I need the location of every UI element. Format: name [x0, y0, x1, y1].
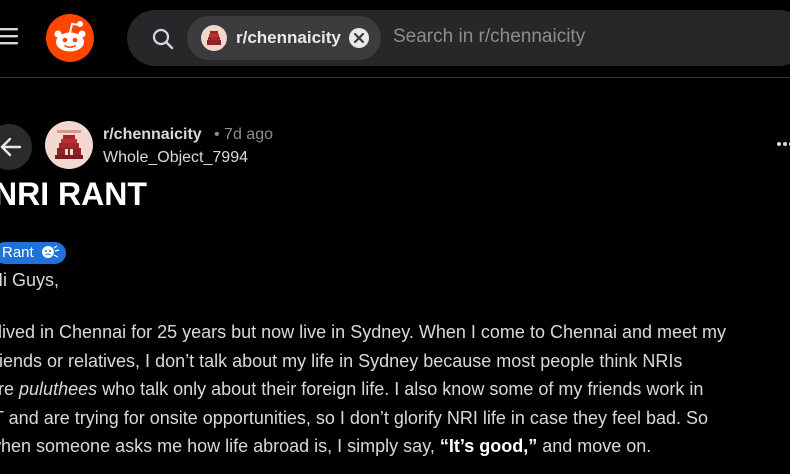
more-options-icon[interactable]: [776, 140, 790, 148]
back-button[interactable]: [0, 124, 32, 170]
reddit-logo-icon[interactable]: [46, 14, 94, 62]
post-body-text: when someone asks me how life abroad is,…: [0, 436, 440, 456]
arrow-left-icon: [0, 137, 22, 157]
post-body-line: when someone asks me how life abroad is,…: [0, 432, 790, 461]
subreddit-search-chip[interactable]: r/chennaicity: [187, 16, 381, 60]
flair-emoji-icon: [41, 245, 60, 258]
subreddit-avatar[interactable]: [45, 121, 93, 169]
post-age: • 7d ago: [214, 126, 273, 143]
post-flair[interactable]: Rant: [0, 242, 66, 264]
hamburger-menu-icon[interactable]: [0, 26, 20, 46]
flair-label: Rant: [2, 244, 34, 261]
post-greeting: Hi Guys,: [0, 270, 60, 290]
post-body-text: and move on.: [537, 436, 652, 456]
post-body-text: are: [0, 379, 15, 399]
post-body-line: IT and are trying for onsite opportuniti…: [0, 407, 709, 428]
subreddit-avatar: [201, 25, 227, 51]
top-navigation-bar: r/chennaicity Search in r/chennaicity: [0, 0, 790, 78]
search-input[interactable]: Search in r/chennaicity: [393, 26, 585, 48]
post-body-bold: “It’s good,”: [439, 436, 538, 456]
post-body-italic: puluthees: [19, 379, 98, 399]
post-body-line: are puluthees who talk only about their …: [0, 375, 790, 404]
close-icon[interactable]: [348, 27, 370, 49]
subreddit-name[interactable]: r/chennaicity: [103, 126, 202, 144]
post-body: I lived in Chennai for 25 years but now …: [0, 318, 790, 461]
search-chip-label: r/chennaicity: [236, 28, 341, 47]
post-author[interactable]: Whole_Object_7994: [103, 149, 248, 167]
post-body-line: friends or relatives, I don’t talk about…: [0, 350, 683, 371]
search-icon: [152, 28, 174, 50]
search-bar[interactable]: r/chennaicity Search in r/chennaicity: [127, 10, 790, 66]
post-title: NRI RANT: [0, 176, 147, 212]
post-body-text: who talk only about their foreign life. …: [97, 379, 704, 399]
post-body-line: I lived in Chennai for 25 years but now …: [0, 322, 727, 342]
